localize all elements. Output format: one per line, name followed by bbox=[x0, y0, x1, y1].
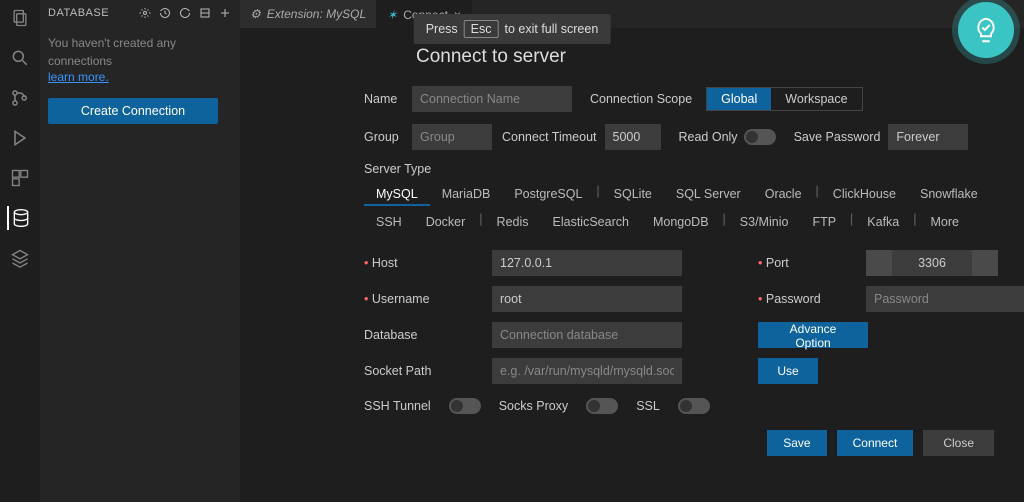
port-label: Port bbox=[758, 256, 858, 270]
savepw-select[interactable] bbox=[888, 124, 968, 150]
toast-press: Press bbox=[426, 22, 458, 36]
host-input[interactable] bbox=[492, 250, 682, 276]
server-type-postgresql[interactable]: PostgreSQL bbox=[502, 184, 594, 206]
divider: | bbox=[721, 212, 728, 232]
ssh-toggle[interactable] bbox=[449, 398, 481, 414]
group-input[interactable] bbox=[412, 124, 492, 150]
ssh-label: SSH Tunnel bbox=[364, 399, 431, 413]
page-title: Connect to server bbox=[416, 46, 1024, 68]
ssl-label: SSL bbox=[636, 399, 660, 413]
refresh-icon[interactable] bbox=[178, 6, 192, 20]
server-type-snowflake[interactable]: Snowflake bbox=[908, 184, 990, 206]
database-label: Database bbox=[364, 328, 484, 342]
tab-label: Extension: MySQL bbox=[267, 7, 366, 21]
server-type-row1: MySQLMariaDBPostgreSQL|SQLiteSQL ServerO… bbox=[364, 184, 1024, 206]
socket-label: Socket Path bbox=[364, 364, 484, 378]
server-type-mongodb[interactable]: MongoDB bbox=[641, 212, 721, 232]
port-input[interactable] bbox=[892, 250, 972, 276]
socks-toggle[interactable] bbox=[586, 398, 618, 414]
divider: | bbox=[594, 184, 601, 206]
connect-form: Connect to server Name Connection Scope … bbox=[240, 28, 1024, 502]
server-type-docker[interactable]: Docker bbox=[414, 212, 478, 232]
username-input[interactable] bbox=[492, 286, 682, 312]
database-icon[interactable] bbox=[7, 206, 31, 230]
settings-icon: ⚙ bbox=[250, 7, 261, 21]
scope-workspace-button[interactable]: Workspace bbox=[771, 88, 861, 110]
side-panel: DATABASE You haven't created any connect… bbox=[40, 0, 240, 502]
timeout-input[interactable] bbox=[605, 124, 661, 150]
server-type-s3minio[interactable]: S3/Minio bbox=[728, 212, 801, 232]
group-label: Group bbox=[364, 130, 412, 144]
server-type-kafka[interactable]: Kafka bbox=[855, 212, 911, 232]
server-type-ssh[interactable]: SSH bbox=[364, 212, 414, 232]
password-label: Password bbox=[758, 292, 858, 306]
socket-input[interactable] bbox=[492, 358, 682, 384]
fullscreen-toast: Press Esc to exit full screen bbox=[414, 14, 611, 44]
server-type-clickhouse[interactable]: ClickHouse bbox=[821, 184, 908, 206]
activity-bar bbox=[0, 0, 40, 502]
scope-label: Connection Scope bbox=[590, 92, 692, 106]
stepper-up-icon[interactable] bbox=[972, 250, 998, 276]
socks-label: Socks Proxy bbox=[499, 399, 568, 413]
name-label: Name bbox=[364, 92, 412, 106]
close-button[interactable]: Close bbox=[923, 430, 994, 456]
server-type-more[interactable]: More bbox=[919, 212, 971, 232]
toast-rest: to exit full screen bbox=[505, 22, 599, 36]
panel-title: DATABASE bbox=[48, 7, 109, 19]
readonly-toggle[interactable] bbox=[744, 129, 776, 145]
server-type-ftp[interactable]: FTP bbox=[800, 212, 848, 232]
divider: | bbox=[848, 212, 855, 232]
panel-toolbar bbox=[138, 6, 232, 20]
server-type-oracle[interactable]: Oracle bbox=[753, 184, 814, 206]
source-control-icon[interactable] bbox=[8, 86, 32, 110]
editor-tabs: ⚙ Extension: MySQL ✶ Connect × bbox=[240, 0, 1024, 28]
use-button[interactable]: Use bbox=[758, 358, 818, 384]
server-type-label: Server Type bbox=[364, 162, 1024, 176]
username-label: Username bbox=[364, 292, 484, 306]
server-type-elasticsearch[interactable]: ElasticSearch bbox=[541, 212, 641, 232]
divider: | bbox=[814, 184, 821, 206]
run-debug-icon[interactable] bbox=[8, 126, 32, 150]
server-type-redis[interactable]: Redis bbox=[485, 212, 541, 232]
no-connections-text: You haven't created any connections bbox=[48, 34, 232, 70]
files-icon[interactable] bbox=[8, 6, 32, 30]
name-input[interactable] bbox=[412, 86, 572, 112]
create-connection-button[interactable]: Create Connection bbox=[48, 98, 218, 124]
server-type-mysql[interactable]: MySQL bbox=[364, 184, 430, 206]
port-stepper[interactable] bbox=[866, 250, 1024, 276]
password-input[interactable] bbox=[866, 286, 1024, 312]
connect-button[interactable]: Connect bbox=[837, 430, 914, 456]
divider: | bbox=[911, 212, 918, 232]
advance-option-button[interactable]: Advance Option bbox=[758, 322, 868, 348]
timeout-label: Connect Timeout bbox=[502, 130, 597, 144]
learn-more-link[interactable]: learn more. bbox=[48, 70, 109, 84]
extensions-icon[interactable] bbox=[8, 166, 32, 190]
scope-global-button[interactable]: Global bbox=[707, 88, 771, 110]
esc-key: Esc bbox=[464, 20, 499, 38]
collapse-icon[interactable] bbox=[198, 6, 212, 20]
layers-icon[interactable] bbox=[8, 246, 32, 270]
server-type-sqlserver[interactable]: SQL Server bbox=[664, 184, 753, 206]
search-icon[interactable] bbox=[8, 46, 32, 70]
gear-icon[interactable] bbox=[138, 6, 152, 20]
readonly-label: Read Only bbox=[679, 130, 738, 144]
scope-toggle: Global Workspace bbox=[706, 87, 862, 111]
save-button[interactable]: Save bbox=[767, 430, 826, 456]
ssl-toggle[interactable] bbox=[678, 398, 710, 414]
tab-extension-mysql[interactable]: ⚙ Extension: MySQL bbox=[240, 0, 377, 28]
connect-icon: ✶ bbox=[387, 8, 397, 22]
history-icon[interactable] bbox=[158, 6, 172, 20]
divider: | bbox=[477, 212, 484, 232]
server-type-sqlite[interactable]: SQLite bbox=[602, 184, 664, 206]
brand-badge-icon bbox=[958, 2, 1014, 58]
stepper-down-icon[interactable] bbox=[866, 250, 892, 276]
savepw-label: Save Password bbox=[794, 130, 881, 144]
host-label: Host bbox=[364, 256, 484, 270]
database-input[interactable] bbox=[492, 322, 682, 348]
server-type-mariadb[interactable]: MariaDB bbox=[430, 184, 503, 206]
add-icon[interactable] bbox=[218, 6, 232, 20]
server-type-row2: SSHDocker|RedisElasticSearchMongoDB|S3/M… bbox=[364, 212, 1024, 232]
